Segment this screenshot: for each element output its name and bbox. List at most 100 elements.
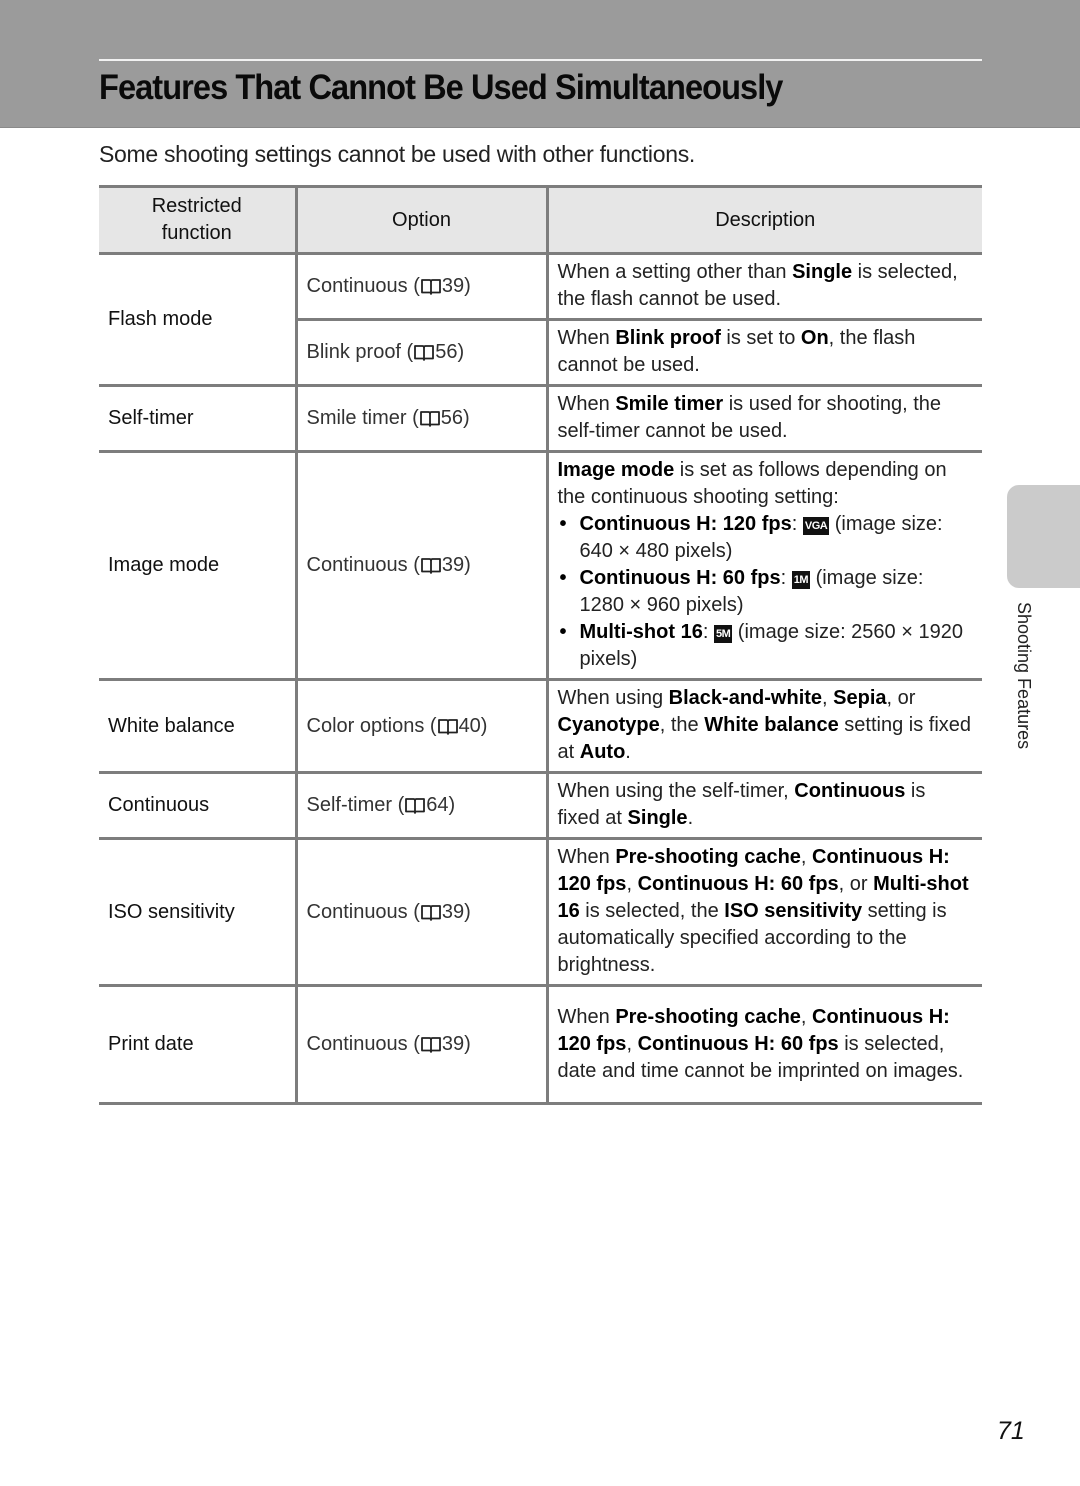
manual-page-reference-icon bbox=[419, 410, 441, 427]
bold-term: Multi-shot 16 bbox=[579, 621, 703, 643]
description-cell: When Pre-shooting cache, Continuous H: 1… bbox=[545, 837, 982, 987]
description-text: . bbox=[625, 741, 631, 763]
option-label: Continuous ( bbox=[306, 900, 420, 923]
description-paragraph: When Smile timer is used for shooting, t… bbox=[558, 391, 974, 445]
page-reference-link[interactable]: 56) bbox=[435, 341, 464, 363]
description-cell: When a setting other than Single is sele… bbox=[545, 252, 982, 321]
restricted-function-cell: Print date bbox=[99, 984, 296, 1105]
title-rule bbox=[99, 59, 982, 61]
bold-term: Single bbox=[792, 261, 853, 283]
image-size-1m-icon: 1M bbox=[791, 571, 811, 589]
restricted-function-cell: ISO sensitivity bbox=[99, 837, 296, 987]
option-cell: Blink proof ( 56) bbox=[294, 318, 547, 387]
list-item: Continuous H: 120 fps: VGA (image size: … bbox=[558, 511, 974, 565]
description-text: When using the self-timer, bbox=[557, 780, 795, 802]
description-paragraph: When using Black-and-white, Sepia, or Cy… bbox=[558, 685, 974, 766]
manual-page-reference-icon bbox=[413, 344, 435, 361]
description-cell: When Blink proof is set to On, the flash… bbox=[545, 318, 982, 387]
bold-term: Continuous H: 60 fps bbox=[637, 873, 839, 895]
table-header-row: Restricted function Option Description bbox=[99, 185, 982, 255]
description-paragraph: When a setting other than Single is sele… bbox=[558, 259, 974, 313]
description-text: When bbox=[557, 393, 616, 415]
option-cell: Smile timer ( 56) bbox=[294, 384, 547, 453]
page-reference-link[interactable]: 39) bbox=[442, 901, 471, 923]
list-item: Multi-shot 16: 5M (image size: 2560 × 19… bbox=[558, 619, 974, 673]
chapter-label: Shooting Features bbox=[1014, 602, 1034, 750]
option-cell: Continuous ( 39) bbox=[294, 837, 547, 987]
option-label: Continuous ( bbox=[306, 275, 420, 297]
description-paragraph: When Pre-shooting cache, Continuous H: 1… bbox=[558, 844, 974, 979]
table-row: ISO sensitivity Continuous ( 39) When Pre-s… bbox=[99, 837, 982, 987]
description-paragraph: When Pre-shooting cache, Continuous H: 1… bbox=[558, 1004, 974, 1085]
description-cell: When using the self-timer, Continuous is… bbox=[545, 771, 982, 840]
description-text: , or bbox=[886, 687, 916, 709]
bold-term: ISO sensitivity bbox=[724, 900, 863, 922]
page-reference-link[interactable]: 39) bbox=[442, 275, 471, 297]
option-cell: Self-timer (64) bbox=[294, 771, 547, 840]
option-cell: Continuous (39) bbox=[294, 450, 547, 681]
column-header-line: Restricted bbox=[151, 195, 242, 217]
description-text: , or bbox=[838, 873, 874, 895]
description-text: , the bbox=[659, 714, 705, 736]
description-text: When bbox=[557, 327, 616, 349]
option-label: Color options ( bbox=[306, 714, 437, 737]
table-body: Flash mode Continuous ( 39) When a setting … bbox=[99, 252, 982, 1105]
restricted-function-cell: Flash mode bbox=[99, 252, 296, 387]
page-reference-link[interactable]: 39) bbox=[442, 554, 471, 576]
bold-term: Image mode bbox=[557, 459, 675, 481]
bold-term: Continuous bbox=[794, 780, 906, 802]
bold-term: Blink proof bbox=[615, 327, 721, 349]
description-text: When bbox=[557, 846, 616, 868]
option-label: Continuous ( bbox=[306, 1033, 420, 1055]
manual-page-reference-icon bbox=[404, 797, 426, 814]
column-header-restricted-function: Restricted function bbox=[99, 185, 296, 255]
bold-term: Black-and-white bbox=[668, 687, 823, 709]
option-cell: Continuous ( 39) bbox=[294, 984, 547, 1105]
title-banner: Features That Cannot Be Used Simultaneou… bbox=[0, 0, 1080, 128]
table-row: Continuous Self-timer (64) When using the … bbox=[99, 771, 982, 840]
description-paragraph: When Blink proof is set to On, the flash… bbox=[558, 325, 974, 379]
description-cell: When using Black-and-white, Sepia, or Cy… bbox=[545, 678, 982, 774]
column-header-line: function bbox=[161, 222, 232, 244]
restricted-function-cell: Continuous bbox=[99, 771, 296, 840]
description-text: , bbox=[626, 873, 638, 895]
manual-page-reference-icon bbox=[420, 278, 442, 295]
option-label: Smile timer ( bbox=[306, 407, 419, 429]
page-reference-link[interactable]: 56) bbox=[441, 407, 470, 429]
page-title: Features That Cannot Be Used Simultaneou… bbox=[99, 68, 783, 107]
bold-term: Single bbox=[627, 807, 688, 829]
description-text: When a setting other than bbox=[557, 261, 793, 283]
image-size-vga-icon: VGA bbox=[802, 517, 830, 535]
table-row: Flash mode Continuous ( 39) When a setting … bbox=[99, 252, 982, 387]
description-text: When using bbox=[557, 687, 669, 709]
description-text: is set to bbox=[720, 327, 801, 349]
bold-term: Smile timer bbox=[615, 393, 724, 415]
page-reference-link[interactable]: 39) bbox=[442, 1033, 471, 1055]
description-cell: When Smile timer is used for shooting, t… bbox=[545, 384, 982, 453]
intro-text: Some shooting settings cannot be used wi… bbox=[99, 141, 696, 167]
page-reference-link[interactable]: 40) bbox=[459, 715, 488, 737]
table-row: Self-timer Smile timer (56) When Smile tim… bbox=[99, 384, 982, 453]
description-cell: Image mode is set as follows depending o… bbox=[545, 450, 982, 681]
bold-term: Continuous H: 60 fps bbox=[637, 1032, 839, 1055]
page-reference-link[interactable]: 64) bbox=[426, 794, 455, 816]
option-label: Blink proof ( bbox=[306, 341, 414, 363]
chapter-tab[interactable] bbox=[1007, 485, 1080, 588]
option-cell: Color options ( 40) bbox=[294, 678, 547, 774]
restricted-function-cell: White balance bbox=[99, 678, 296, 774]
description-text: , bbox=[800, 846, 813, 868]
option-cell: Continuous ( 39) bbox=[294, 252, 547, 321]
bold-term: On bbox=[800, 327, 829, 349]
bold-term: White balance bbox=[704, 714, 839, 736]
list-item: Continuous H: 60 fps: 1M (image size: 12… bbox=[558, 565, 974, 619]
table-row: Print date Continuous ( 39) When Pre-shooti… bbox=[99, 984, 982, 1105]
manual-page-reference-icon bbox=[420, 904, 442, 921]
description-paragraph: When using the self-timer, Continuous is… bbox=[558, 778, 974, 832]
description-text: When bbox=[557, 1005, 616, 1028]
manual-page-reference-icon bbox=[420, 557, 442, 574]
description-text: . bbox=[687, 807, 694, 829]
manual-page-reference-icon bbox=[437, 718, 459, 735]
description-text: , bbox=[800, 1005, 813, 1028]
restrictions-table: Restricted function Option Description F… bbox=[99, 185, 982, 1105]
page-number: 71 bbox=[997, 1417, 1025, 1445]
